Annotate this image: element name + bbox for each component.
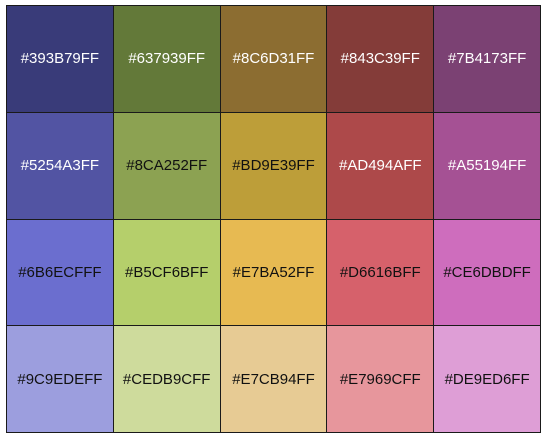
swatch-label: #8C6D31FF [232,50,315,68]
swatch-11: #6B6ECFFF [7,219,114,327]
swatch-label: #637939FF [128,50,206,68]
swatch-label: #8CA252FF [126,157,208,175]
swatch-label: #CEDB9CFF [122,370,211,388]
swatch-14: #D6616BFF [327,219,435,327]
swatch-3: #8C6D31FF [220,6,328,113]
swatch-label: #DE9ED6FF [444,370,530,388]
swatch-label: #BD9E39FF [232,157,315,175]
swatch-19: #E7969CFF [327,326,435,433]
swatch-label: #AD494AFF [339,157,422,175]
swatch-10: #A55194FF [434,112,541,220]
swatch-label: #5254A3FF [20,157,100,175]
swatch-18: #E7CB94FF [220,326,328,433]
swatch-8: #BD9E39FF [220,112,328,220]
swatch-label: #D6616BFF [339,263,421,281]
swatch-5: #7B4173FF [434,6,541,113]
swatch-label: #E7BA52FF [232,263,315,281]
swatch-9: #AD494AFF [327,112,435,220]
swatch-20: #DE9ED6FF [434,326,541,433]
swatch-label: #7B4173FF [447,50,527,68]
swatch-label: #6B6ECFFF [18,263,102,281]
swatch-label: #393B79FF [20,50,100,68]
swatch-16: #9C9EDEFF [7,326,114,433]
swatch-4: #843C39FF [327,6,435,113]
swatch-label: #E7CB94FF [232,370,315,388]
swatch-2: #637939FF [113,6,221,113]
swatch-label: #9C9EDEFF [17,370,103,388]
swatch-1: #393B79FF [7,6,114,113]
swatch-label: #CE6DBDFF [443,263,531,281]
swatch-6: #5254A3FF [7,112,114,220]
swatch-label: #B5CF6BFF [125,263,209,281]
swatch-15: #CE6DBDFF [434,219,541,327]
color-swatch-grid: #393B79FF #637939FF #8C6D31FF #843C39FF … [6,5,541,433]
swatch-13: #E7BA52FF [220,219,328,327]
swatch-label: #A55194FF [447,157,527,175]
swatch-label: #843C39FF [340,50,420,68]
swatch-7: #8CA252FF [113,112,221,220]
swatch-17: #CEDB9CFF [113,326,221,433]
swatch-12: #B5CF6BFF [113,219,221,327]
swatch-label: #E7969CFF [339,370,421,388]
